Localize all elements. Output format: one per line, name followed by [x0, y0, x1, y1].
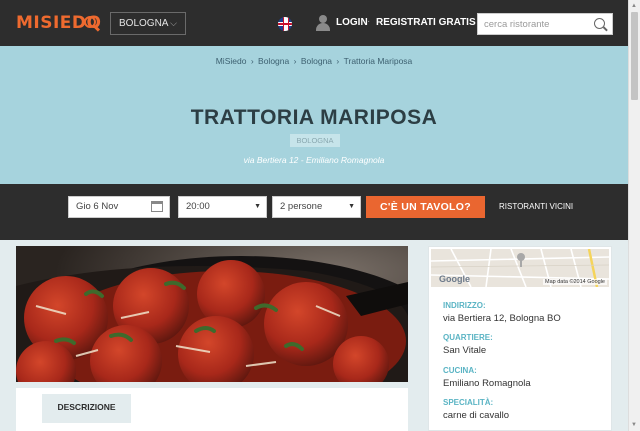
- info-label: CUCINA:: [443, 366, 477, 375]
- calendar-icon[interactable]: [151, 201, 163, 212]
- scroll-down-arrow-icon[interactable]: ▼: [631, 422, 637, 428]
- chevron-down-icon: ⌵: [170, 18, 177, 28]
- info-address: INDIRIZZO: via Bertiera 12, Bologna BO: [443, 301, 561, 324]
- breadcrumb-separator: ›: [336, 56, 340, 66]
- map-pin-icon: [517, 253, 525, 267]
- search-icon[interactable]: [594, 18, 605, 29]
- login-link[interactable]: LOGIN: [336, 17, 368, 28]
- nearby-restaurants-link[interactable]: RISTORANTI VICINI: [499, 202, 573, 211]
- info-value: Emiliano Romagnola: [443, 378, 531, 389]
- city-dropdown-value: BOLOGNA: [119, 18, 169, 29]
- info-value: via Bertiera 12, Bologna BO: [443, 313, 561, 324]
- restaurant-search: [477, 13, 613, 35]
- user-icon: [316, 15, 330, 31]
- info-specialty: SPECIALITÀ: carne di cavallo: [443, 398, 509, 421]
- info-label: SPECIALITÀ:: [443, 398, 494, 407]
- breadcrumb-item-city[interactable]: Bologna: [301, 56, 332, 66]
- info-neighborhood: QUARTIERE: San Vitale: [443, 333, 493, 356]
- main-content: DESCRIZIONE Google Map data ©2014 Google…: [0, 240, 628, 431]
- restaurant-subtitle: via Bertiera 12 - Emiliano Romagnola: [243, 155, 385, 165]
- page-scrollbar[interactable]: ▲ ▼: [628, 0, 640, 431]
- breadcrumb-item-home[interactable]: MiSiedo: [216, 56, 247, 66]
- info-value: carne di cavallo: [443, 410, 510, 421]
- map-google-logo: Google: [439, 274, 470, 284]
- breadcrumb: MiSiedo › Bologna › Bologna › Trattoria …: [0, 56, 628, 66]
- people-select[interactable]: 2 persone ▼: [272, 196, 361, 218]
- tab-description[interactable]: DESCRIZIONE: [42, 394, 131, 423]
- time-select[interactable]: 20:00 ▼: [178, 196, 267, 218]
- city-dropdown[interactable]: BOLOGNA ⌵: [110, 12, 186, 35]
- restaurant-photo: [16, 246, 408, 382]
- meatball-dish-illustration: [16, 246, 408, 382]
- date-value: Gio 6 Nov: [76, 201, 119, 212]
- find-table-button[interactable]: C'È UN TAVOLO?: [366, 196, 485, 218]
- caret-down-icon: ▼: [254, 203, 261, 210]
- map-credit: Map data ©2014 Google: [542, 279, 607, 285]
- people-value: 2 persone: [280, 201, 323, 212]
- city-tag: BOLOGNA: [290, 134, 340, 147]
- info-cuisine: CUCINA: Emiliano Romagnola: [443, 366, 531, 389]
- top-header: MISIEDO BOLOGNA ⌵ LOGIN · REGISTRATI GRA…: [0, 0, 628, 46]
- info-label: INDIRIZZO:: [443, 301, 486, 310]
- breadcrumb-separator: ›: [293, 56, 297, 66]
- caret-down-icon: ▼: [348, 203, 355, 210]
- scroll-up-arrow-icon[interactable]: ▲: [631, 3, 637, 9]
- uk-flag-icon[interactable]: [278, 17, 292, 31]
- date-picker[interactable]: Gio 6 Nov: [68, 196, 170, 218]
- breadcrumb-item-current: Trattoria Mariposa: [343, 56, 413, 66]
- location-map[interactable]: Google Map data ©2014 Google: [431, 249, 609, 287]
- register-link[interactable]: REGISTRATI GRATIS: [376, 17, 476, 28]
- search-input[interactable]: [478, 14, 590, 35]
- logo-magnifier-icon: [84, 16, 96, 28]
- booking-bar: Gio 6 Nov 20:00 ▼ 2 persone ▼ C'È UN TAV…: [0, 184, 628, 240]
- info-value: San Vitale: [443, 345, 487, 356]
- restaurant-hero: MiSiedo › Bologna › Bologna › Trattoria …: [0, 46, 628, 184]
- restaurant-info-card: Google Map data ©2014 Google INDIRIZZO: …: [428, 246, 612, 431]
- scroll-thumb[interactable]: [631, 12, 638, 100]
- nav-separator: ·: [367, 16, 371, 27]
- breadcrumb-separator: ›: [250, 56, 254, 66]
- time-value: 20:00: [186, 201, 210, 212]
- restaurant-title: TRATTORIA MARIPOSA: [190, 106, 438, 129]
- info-label: QUARTIERE:: [443, 333, 493, 342]
- breadcrumb-item-region[interactable]: Bologna: [258, 56, 289, 66]
